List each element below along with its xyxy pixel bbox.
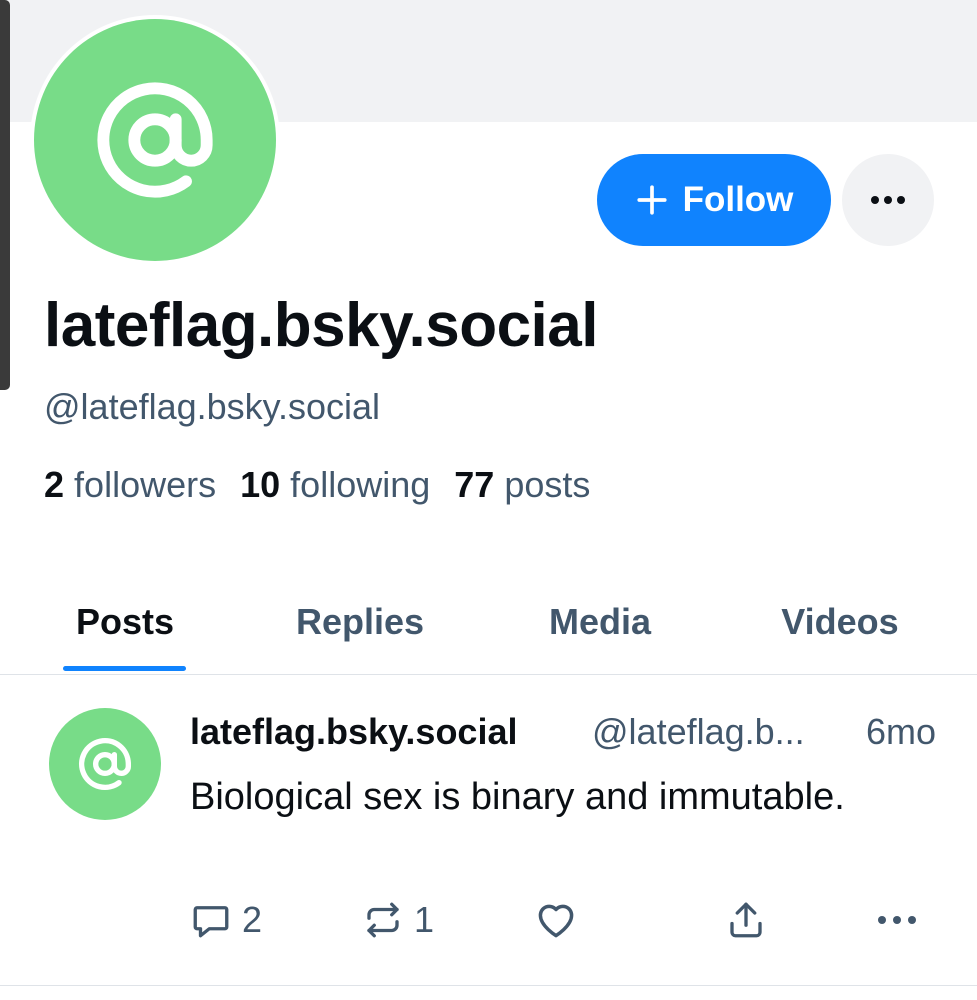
- tab-posts[interactable]: Posts: [40, 572, 210, 672]
- post-actions: 2 1: [190, 895, 940, 945]
- post-item[interactable]: lateflag.bsky.social @lateflag.b... 6mo …: [0, 675, 977, 986]
- more-horizontal-icon: [878, 916, 916, 924]
- scroll-indicator[interactable]: [0, 0, 10, 390]
- tab-replies[interactable]: Replies: [270, 572, 450, 672]
- followers-count: 2: [44, 464, 65, 505]
- posts-stat: 77 posts: [454, 464, 590, 505]
- followers-label: followers: [74, 464, 217, 505]
- post-author-handle[interactable]: @lateflag.b...: [592, 709, 805, 755]
- repost-count: 1: [414, 899, 435, 940]
- reply-icon: [193, 906, 229, 938]
- repost-icon: [367, 902, 399, 938]
- active-tab-indicator: [63, 666, 186, 671]
- profile-handle: @lateflag.bsky.social: [44, 386, 381, 427]
- followers-link[interactable]: 2 followers: [44, 464, 216, 505]
- heart-icon: [538, 904, 574, 938]
- post-text: Biological sex is binary and immutable.: [190, 776, 845, 818]
- plus-icon: [637, 185, 667, 215]
- post-more-button[interactable]: [876, 895, 918, 945]
- share-icon: [730, 902, 762, 938]
- follow-button-label: Follow: [682, 180, 794, 219]
- profile-more-button[interactable]: [842, 154, 934, 246]
- at-sign-icon: [79, 738, 132, 791]
- like-button[interactable]: [534, 895, 578, 945]
- tab-videos[interactable]: Videos: [750, 572, 930, 672]
- profile-tabs: Posts Replies Media Videos: [0, 572, 977, 675]
- post-author-name[interactable]: lateflag.bsky.social: [190, 709, 517, 755]
- follow-button[interactable]: Follow: [597, 154, 831, 246]
- following-count: 10: [240, 464, 281, 505]
- post-header: lateflag.bsky.social @lateflag.b... 6mo: [190, 709, 940, 755]
- tab-media[interactable]: Media: [520, 572, 680, 672]
- profile-avatar[interactable]: [30, 15, 280, 265]
- share-button[interactable]: [725, 895, 767, 945]
- following-link[interactable]: 10 following: [240, 464, 430, 505]
- reply-count: 2: [242, 899, 263, 940]
- posts-count: 77: [454, 464, 495, 505]
- more-horizontal-icon: [871, 196, 905, 204]
- repost-button[interactable]: 1: [362, 895, 434, 945]
- post-timestamp[interactable]: 6mo: [866, 709, 936, 755]
- reply-button[interactable]: 2: [190, 895, 262, 945]
- posts-label: posts: [504, 464, 591, 505]
- profile-stats: 2 followers 10 following 77 posts: [44, 462, 590, 508]
- post-author-avatar[interactable]: [49, 708, 161, 820]
- following-label: following: [290, 464, 431, 505]
- profile-display-name: lateflag.bsky.social: [44, 291, 599, 360]
- at-sign-icon: [97, 82, 213, 198]
